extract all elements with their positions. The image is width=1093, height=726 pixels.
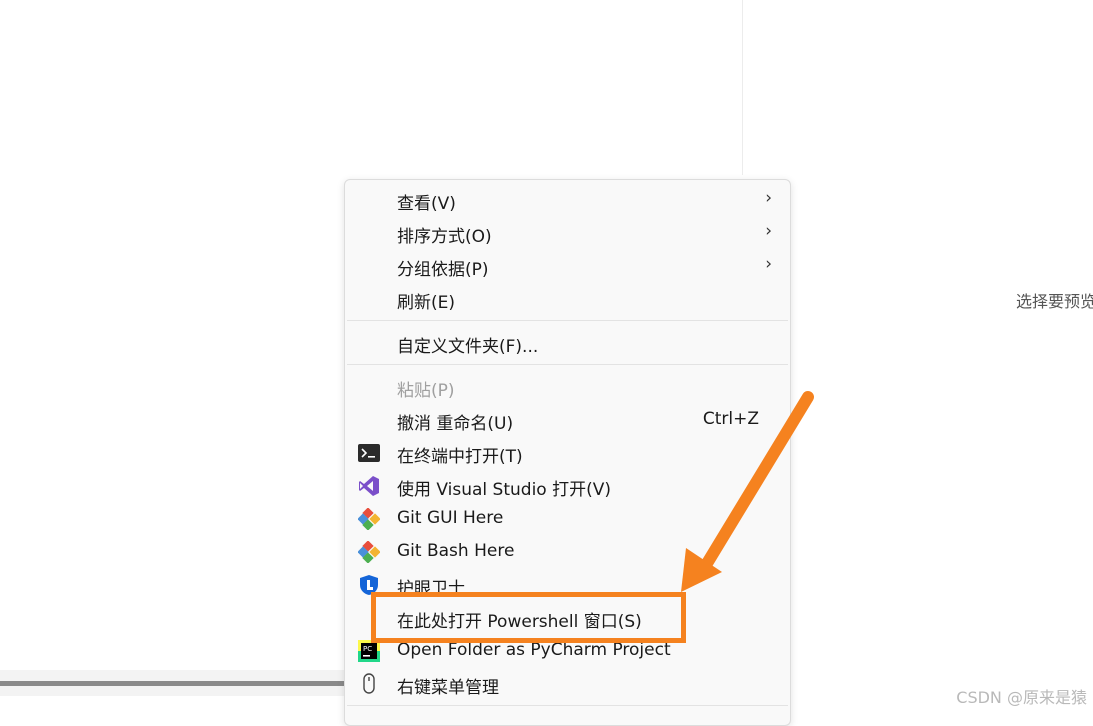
preview-placeholder-text: 选择要预览 xyxy=(1016,292,1093,311)
menu-item-context-menu-manager[interactable]: 右键菜单管理 xyxy=(345,667,790,700)
menu-item-git-bash-here[interactable]: Git Bash Here xyxy=(345,535,790,568)
menu-item-label: Git Bash Here xyxy=(397,541,515,561)
git-icon xyxy=(358,508,380,530)
visual-studio-icon xyxy=(358,476,380,496)
menu-item-label: 查看(V) xyxy=(397,194,456,214)
annotation-highlight-box xyxy=(371,592,686,643)
menu-item-customize-folder[interactable]: 自定义文件夹(F)... xyxy=(345,326,790,359)
pane-divider xyxy=(742,0,743,175)
menu-item-label: 在终端中打开(T) xyxy=(397,447,523,467)
shortcut-text: Ctrl+Z xyxy=(702,409,759,429)
menu-item-undo-rename[interactable]: 撤消 重命名(U) Ctrl+Z xyxy=(345,403,790,436)
menu-item-group-by[interactable]: 分组依据(P) › xyxy=(345,249,790,282)
menu-item-label: 排序方式(O) xyxy=(397,227,492,247)
menu-separator xyxy=(347,705,788,706)
pycharm-icon: PC xyxy=(358,640,380,662)
menu-item-paste: 粘贴(P) xyxy=(345,370,790,403)
menu-item-view[interactable]: 查看(V) › xyxy=(345,183,790,216)
terminal-icon xyxy=(358,443,380,463)
menu-item-sort-by[interactable]: 排序方式(O) › xyxy=(345,216,790,249)
menu-item-open-with-visual-studio[interactable]: 使用 Visual Studio 打开(V) xyxy=(345,469,790,502)
menu-item-label: 撤消 重命名(U) xyxy=(397,414,514,434)
menu-item-git-gui-here[interactable]: Git GUI Here xyxy=(345,502,790,535)
menu-item-label: Git GUI Here xyxy=(397,508,504,528)
menu-separator xyxy=(347,320,788,321)
scrollbar-thumb[interactable] xyxy=(0,681,345,686)
menu-item-label: 自定义文件夹(F)... xyxy=(397,337,539,357)
menu-item-label: Open Folder as PyCharm Project xyxy=(397,640,671,660)
menu-item-label: 分组依据(P) xyxy=(397,260,489,280)
menu-item-label: 刷新(E) xyxy=(397,293,456,313)
watermark: CSDN @原来是猿 xyxy=(956,688,1087,707)
chevron-right-icon: › xyxy=(765,254,772,274)
menu-item-label: 使用 Visual Studio 打开(V) xyxy=(397,480,612,500)
svg-text:PC: PC xyxy=(363,645,372,653)
menu-item-label: 粘贴(P) xyxy=(397,381,455,401)
menu-item-open-in-terminal[interactable]: 在终端中打开(T) xyxy=(345,436,790,469)
chevron-right-icon: › xyxy=(765,221,772,241)
chevron-right-icon: › xyxy=(765,188,772,208)
mouse-icon xyxy=(358,673,380,694)
context-menu: 查看(V) › 排序方式(O) › 分组依据(P) › 刷新(E) 自定义文件夹… xyxy=(344,179,791,726)
git-icon xyxy=(358,541,380,563)
menu-item-refresh[interactable]: 刷新(E) xyxy=(345,282,790,315)
menu-separator xyxy=(347,364,788,365)
menu-item-label: 右键菜单管理 xyxy=(397,678,499,698)
